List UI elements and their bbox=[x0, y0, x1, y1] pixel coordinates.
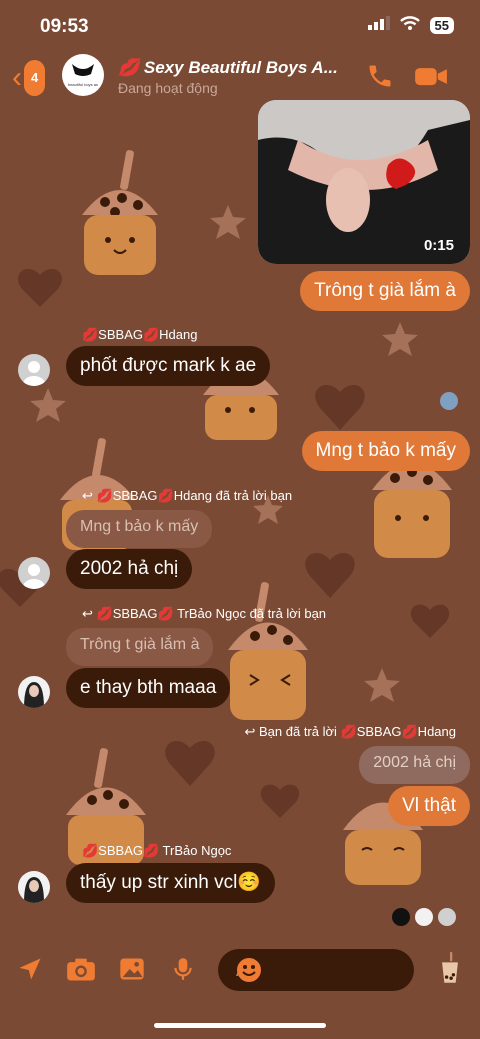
default-user-icon bbox=[23, 361, 45, 386]
reply-meta-text: Bạn đã trả lời 💋SBBAG💋Hdang bbox=[259, 724, 456, 739]
status-bar: 09:53 55 bbox=[0, 0, 480, 50]
reply-indicator: ↩ 💋SBBAG💋Hdang đã trả lời bạn bbox=[82, 488, 292, 504]
chat-title[interactable]: 💋 Sexy Beautiful Boys A... bbox=[118, 58, 348, 78]
avatar[interactable] bbox=[18, 354, 50, 386]
phone-call-icon[interactable] bbox=[366, 62, 394, 95]
video-duration: 0:15 bbox=[423, 237, 454, 254]
message-bubble-outgoing[interactable]: Trông t già lắm à bbox=[300, 271, 470, 311]
message-bubble-incoming[interactable]: thấy up str xinh vcl☺️ bbox=[66, 863, 276, 903]
emoji-icon[interactable] bbox=[236, 957, 404, 988]
user-photo-icon bbox=[24, 682, 44, 708]
status-time: 09:53 bbox=[40, 16, 89, 37]
reply-meta-text: 💋SBBAG💋 TrBảo Ngọc đã trả lời bạn bbox=[96, 606, 327, 621]
sender-name: 💋SBBAG💋Hdang bbox=[82, 327, 198, 342]
group-logo-text: beautiful boys as bbox=[68, 82, 98, 87]
signal-icon bbox=[367, 16, 390, 35]
bubble-tea-quick-reaction-icon[interactable] bbox=[436, 951, 464, 990]
avatar[interactable] bbox=[18, 557, 50, 589]
reply-meta-text: 💋SBBAG💋Hdang đã trả lời bạn bbox=[96, 488, 293, 503]
unread-count-badge: 4 bbox=[24, 60, 46, 96]
microphone-icon[interactable] bbox=[170, 955, 196, 988]
message-bubble-incoming[interactable]: e thay bth maaa bbox=[66, 668, 231, 708]
user-photo-icon bbox=[24, 877, 44, 903]
message-input[interactable]: Aa bbox=[218, 949, 414, 991]
reply-arrow-icon: ↩ bbox=[244, 724, 256, 739]
seen-avatar bbox=[415, 908, 433, 926]
message-bubble-incoming[interactable]: phốt được mark k ae bbox=[66, 346, 271, 386]
group-avatar[interactable]: beautiful boys as bbox=[62, 54, 104, 96]
battery-indicator: 55 bbox=[429, 17, 454, 34]
back-button[interactable]: ‹ 4 bbox=[12, 60, 46, 96]
active-status: Đang hoạt động bbox=[118, 80, 218, 96]
reply-indicator: ↩ 💋SBBAG💋 TrBảo Ngọc đã trả lời bạn bbox=[82, 606, 326, 622]
reply-arrow-icon: ↩ bbox=[82, 488, 93, 503]
quoted-message[interactable]: Mng t bảo k mấy bbox=[66, 510, 213, 548]
wifi-icon bbox=[399, 16, 420, 35]
home-indicator bbox=[154, 1023, 326, 1028]
default-user-icon bbox=[23, 564, 45, 589]
quoted-message[interactable]: Trông t già lắm à bbox=[66, 628, 214, 666]
avatar[interactable] bbox=[18, 871, 50, 903]
message-bubble-outgoing[interactable]: Vl thật bbox=[388, 786, 470, 826]
reply-indicator: ↩ Bạn đã trả lời 💋SBBAG💋Hdang bbox=[244, 724, 456, 740]
video-call-icon[interactable] bbox=[414, 62, 448, 95]
group-logo-icon: beautiful boys as bbox=[68, 64, 98, 87]
camera-icon[interactable] bbox=[66, 955, 96, 988]
chat-header: ‹ 4 beautiful boys as 💋 Sexy Beautiful B… bbox=[0, 50, 480, 106]
message-bubble-incoming[interactable]: 2002 hả chị bbox=[66, 549, 193, 589]
reply-arrow-icon: ↩ bbox=[82, 606, 93, 621]
quoted-message[interactable]: 2002 hả chị bbox=[359, 746, 470, 784]
seen-avatar bbox=[392, 908, 410, 926]
gallery-icon[interactable] bbox=[118, 955, 146, 988]
seen-avatar bbox=[440, 392, 458, 410]
message-composer: Aa bbox=[0, 945, 480, 995]
sender-name: 💋SBBAG💋 TrBảo Ngọc bbox=[82, 843, 232, 858]
seen-avatar bbox=[438, 908, 456, 926]
location-arrow-icon[interactable] bbox=[16, 955, 44, 988]
video-message[interactable]: 0:15 bbox=[258, 100, 470, 264]
message-bubble-outgoing[interactable]: Mng t bảo k mấy bbox=[301, 431, 470, 471]
avatar[interactable] bbox=[18, 676, 50, 708]
chevron-left-icon: ‹ bbox=[12, 61, 22, 94]
